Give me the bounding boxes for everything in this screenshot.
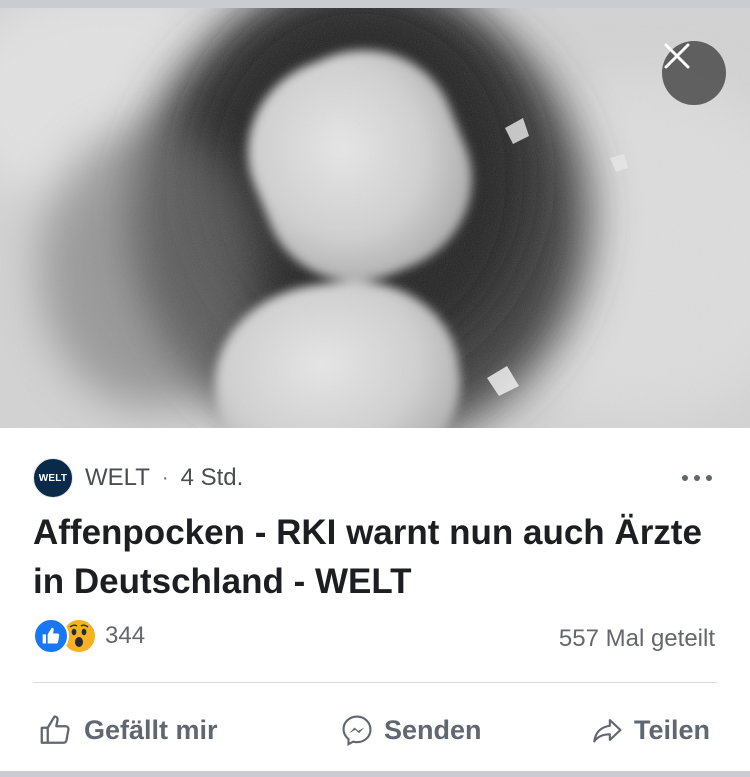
more-dot-icon [694,475,700,481]
post-title[interactable]: Affenpocken - RKI warnt nun auch Ärzte i… [33,508,723,606]
reaction-count: 344 [105,622,146,649]
messenger-icon [342,715,372,746]
like-label: Gefällt mir [84,714,218,745]
source-name[interactable]: WELT [85,464,150,492]
more-options-button[interactable] [682,468,712,488]
source-avatar[interactable]: WELT [33,458,73,498]
share-label: Teilen [634,714,711,745]
top-divider [0,0,750,8]
send-label: Senden [384,714,482,745]
close-icon [664,43,690,69]
send-button[interactable]: Senden [340,708,482,752]
thumbs-up-icon [40,715,70,744]
share-arrow-icon [593,719,622,743]
virus-micrograph [0,8,750,428]
bottom-divider [0,771,750,777]
post-image[interactable] [0,8,750,428]
avatar-text: WELT [38,472,68,484]
post-header: WELT WELT · 4 Std. [33,458,243,498]
share-button[interactable]: Teilen [590,708,710,752]
action-bar: Gefällt mir Senden Teilen [0,708,750,752]
meta-separator: · [161,466,169,489]
close-button[interactable] [662,41,726,105]
like-reaction-icon [33,618,69,654]
post-timestamp[interactable]: 4 Std. [181,464,244,492]
more-dot-icon [682,475,688,481]
post-card: WELT WELT · 4 Std. Affenpocken - RKI war… [0,428,750,771]
reactions-summary[interactable]: 344 [33,618,145,654]
actions-divider [33,682,717,683]
like-button[interactable]: Gefällt mir [38,708,218,752]
share-count[interactable]: 557 Mal geteilt [559,625,715,653]
more-dot-icon [706,475,712,481]
